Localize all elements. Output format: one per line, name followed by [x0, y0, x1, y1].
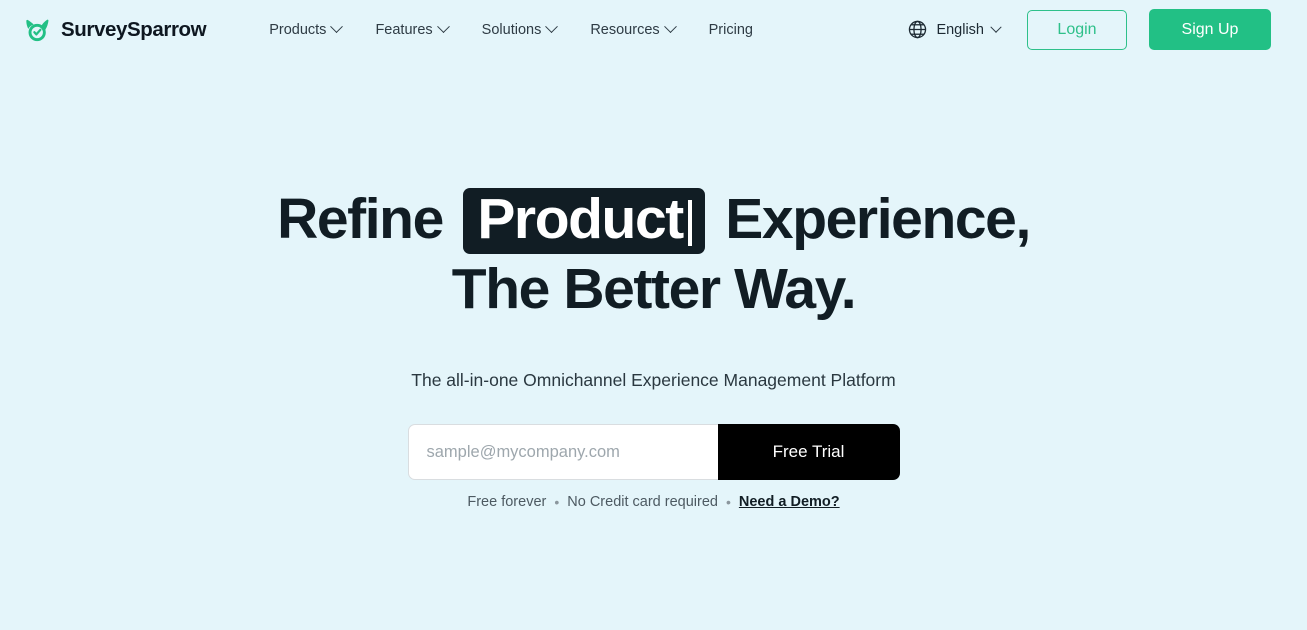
- chevron-down-icon: [663, 20, 677, 34]
- nav-item-features[interactable]: Features: [358, 16, 464, 44]
- headline-highlight-word: Product: [463, 188, 705, 254]
- need-a-demo-link[interactable]: Need a Demo?: [739, 494, 840, 510]
- page-title: Refine Product Experience, The Better Wa…: [0, 184, 1307, 324]
- chevron-down-icon: [436, 20, 450, 34]
- sparrow-check-logo-icon: [22, 15, 52, 45]
- chevron-down-icon: [545, 20, 559, 34]
- brand-logo[interactable]: SurveySparrow: [22, 15, 207, 45]
- headline-line-2: The Better Way.: [451, 257, 857, 321]
- email-input[interactable]: [407, 424, 718, 480]
- chevron-down-icon: [990, 21, 1002, 33]
- nav-label: Products: [269, 21, 327, 38]
- note-no-credit-card: No Credit card required: [567, 494, 718, 510]
- main-nav: Products Features Solutions Resources Pr…: [252, 16, 770, 44]
- cta-note: Free forever • No Credit card required •…: [0, 494, 1307, 510]
- nav-label: Pricing: [708, 21, 753, 38]
- note-free-forever: Free forever: [467, 494, 547, 510]
- headline-line-1: Refine Product Experience,: [0, 184, 1307, 254]
- headline-text-before: Refine: [277, 187, 444, 251]
- nav-item-resources[interactable]: Resources: [573, 16, 691, 44]
- headline-text-after: Experience,: [725, 187, 1031, 251]
- globe-icon: [907, 19, 928, 40]
- brand-name: SurveySparrow: [61, 17, 207, 41]
- text-cursor-icon: [687, 200, 692, 246]
- nav-item-products[interactable]: Products: [252, 16, 358, 44]
- headline-highlight-text: Product: [477, 187, 684, 251]
- note-separator: •: [725, 494, 731, 510]
- signup-button[interactable]: Sign Up: [1149, 9, 1271, 50]
- signup-form: Free Trial: [407, 424, 900, 480]
- nav-item-solutions[interactable]: Solutions: [465, 16, 574, 44]
- hero-section: Refine Product Experience, The Better Wa…: [0, 59, 1307, 510]
- hero-subtitle: The all-in-one Omnichannel Experience Ma…: [411, 370, 896, 390]
- language-selector[interactable]: English: [907, 19, 1002, 40]
- nav-label: Resources: [590, 21, 660, 38]
- chevron-down-icon: [330, 20, 344, 34]
- free-trial-button[interactable]: Free Trial: [717, 424, 900, 480]
- nav-item-pricing[interactable]: Pricing: [692, 16, 770, 44]
- site-header: SurveySparrow Products Features Solution…: [0, 0, 1307, 59]
- cta-area: Free Trial: [0, 424, 1307, 480]
- nav-label: Solutions: [481, 21, 542, 38]
- login-button[interactable]: Login: [1027, 9, 1127, 50]
- note-separator: •: [554, 494, 560, 510]
- language-label: English: [936, 21, 984, 38]
- header-actions: English Login Sign Up: [907, 9, 1271, 50]
- nav-label: Features: [375, 21, 433, 38]
